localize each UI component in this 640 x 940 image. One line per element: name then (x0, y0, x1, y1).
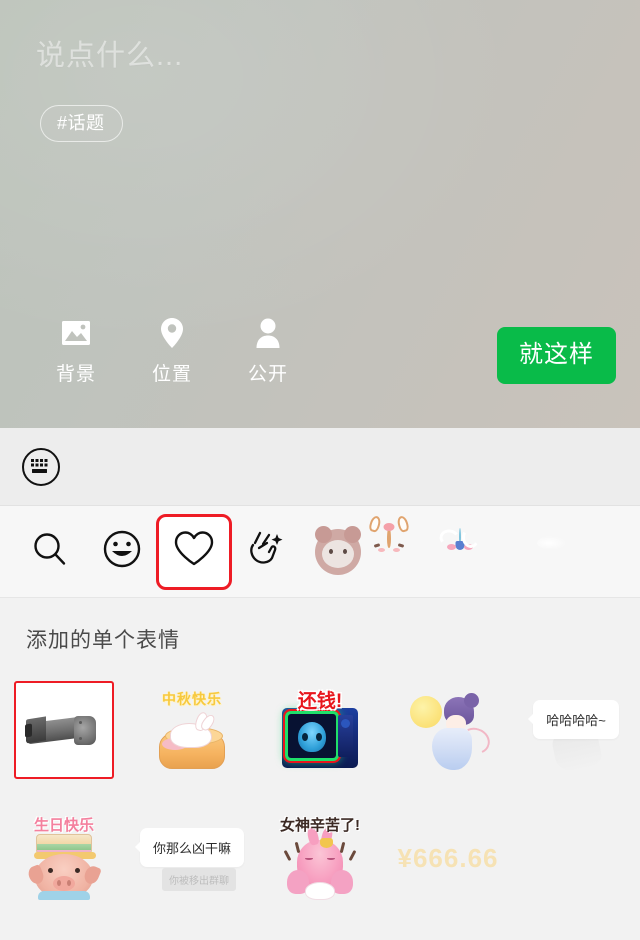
wechat-moments-composer-screen: 说点什么... #话题 背景 (0, 0, 640, 940)
image-icon (61, 316, 91, 350)
smiley-icon (102, 529, 142, 574)
visibility-action-label: 公开 (248, 359, 288, 386)
location-action-button[interactable]: 位置 (124, 316, 220, 386)
background-action-button[interactable]: 背景 (28, 316, 124, 386)
sticker-cell-haha-bubble[interactable]: 哈哈哈哈~ (512, 670, 640, 790)
why-so-fierce-text: 你那么凶干嘛 (140, 828, 244, 867)
birthday-caption: 生日快乐 (22, 814, 106, 835)
moon-goddess-icon (406, 688, 490, 772)
sticker-cell-why-so-fierce[interactable]: 你那么凶干嘛 你被移出群聊 (128, 798, 256, 918)
heart-icon (173, 529, 215, 574)
sidebar-item-favorites-tab[interactable] (158, 516, 230, 588)
pay-back-caption: 还钱! (278, 686, 362, 713)
sticker-panel: 添加的单个表情 中秋快乐 (0, 598, 640, 940)
removed-from-group-tag: 你被移出群聊 (162, 868, 236, 891)
keyboard-toggle-strip (0, 428, 640, 506)
sticker-cell-goddess-bunny[interactable]: 女神辛苦了! (256, 798, 384, 918)
sidebar-item-bunny-bun-pack-tab[interactable] (374, 516, 446, 588)
visibility-action-button[interactable]: 公开 (220, 316, 316, 386)
money-amount-text: ¥666.66 (398, 843, 499, 874)
sticker-cell-pay-back-money[interactable]: 还钱! (256, 670, 384, 790)
composer-area: 说点什么... #话题 背景 (0, 0, 640, 428)
composer-action-bar: 背景 位置 公开 (0, 316, 640, 386)
location-pin-icon (160, 316, 184, 350)
sticker-grid: 中秋快乐 还钱! (0, 670, 640, 918)
goddess-caption: 女神辛苦了! (278, 814, 362, 835)
publish-button[interactable]: 就这样 (497, 327, 616, 384)
why-so-fierce-bubble-icon: 你那么凶干嘛 你被移出群聊 (150, 816, 234, 900)
glowing-tv-icon: 还钱! (278, 688, 362, 772)
mooncake-rabbit-icon: 中秋快乐 (150, 688, 234, 772)
sidebar-item-blue-blob-pack-tab[interactable] (446, 516, 518, 588)
peace-hand-icon (245, 528, 287, 575)
keyboard-icon[interactable] (22, 448, 60, 486)
location-action-label: 位置 (152, 359, 192, 386)
sidebar-item-peace-hand-pack-tab[interactable] (230, 516, 302, 588)
panel-title: 添加的单个表情 (26, 624, 640, 654)
security-camera-icon (22, 688, 106, 772)
sidebar-item-search-tab[interactable] (14, 516, 86, 588)
haha-bubble-text: 哈哈哈哈~ (533, 700, 619, 739)
sticker-cell-birthday-pig[interactable]: 生日快乐 (0, 798, 128, 918)
sticker-cell-moon-goddess[interactable] (384, 670, 512, 790)
emoji-tabbar[interactable] (0, 506, 640, 598)
sidebar-item-purple-pack-tab[interactable] (518, 516, 590, 588)
sidebar-item-bear-pack-tab[interactable] (302, 516, 374, 588)
sticker-cell-security-camera[interactable] (0, 670, 128, 790)
birthday-pig-icon: 生日快乐 (22, 816, 106, 900)
mid-autumn-caption: 中秋快乐 (152, 689, 232, 709)
sticker-cell-mid-autumn-rabbit[interactable]: 中秋快乐 (128, 670, 256, 790)
pink-bear-icon (315, 529, 361, 575)
haha-bubble-icon: 哈哈哈哈~ (534, 688, 618, 772)
composer-text-input[interactable]: 说点什么... (36, 32, 183, 74)
sidebar-item-emoji-tab[interactable] (86, 516, 158, 588)
purple-pack-icon (531, 529, 577, 575)
topic-chip[interactable]: #话题 (40, 105, 123, 142)
rabbit-bun-icon (387, 529, 433, 575)
sticker-cell-money-amount[interactable]: ¥666.66 (384, 798, 512, 918)
search-icon (31, 530, 69, 573)
background-action-label: 背景 (56, 359, 96, 386)
blue-blob-icon (459, 529, 505, 575)
person-icon (255, 316, 281, 350)
goddess-bunny-icon: 女神辛苦了! (278, 816, 362, 900)
